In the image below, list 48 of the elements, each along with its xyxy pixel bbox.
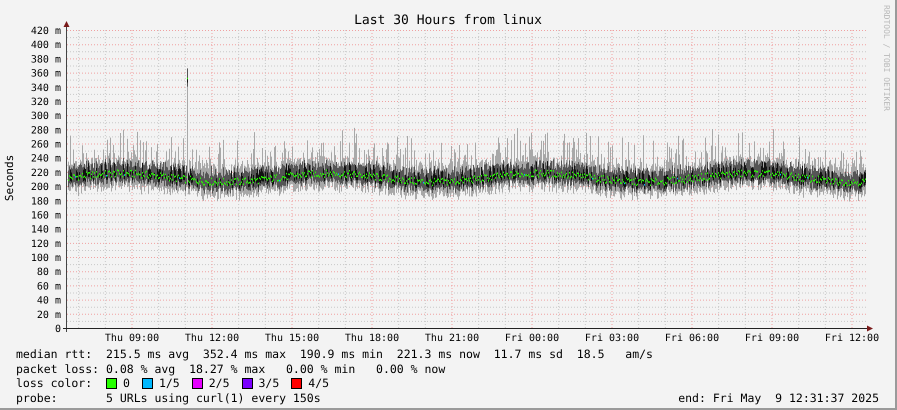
swatch-label: 2/5: [208, 376, 230, 390]
swatch-label: 1/5: [158, 376, 180, 390]
y-tick-label: 180 m: [30, 196, 61, 208]
legend-text: 215.5 ms avg 352.4 ms max 190.9 ms min 221.3 ms now 11.7 ms sd 18.5 am/s: [106, 347, 653, 362]
y-tick-label: 160 m: [30, 210, 61, 222]
legend-label: packet loss:: [16, 362, 100, 376]
y-tick-label: 100 m: [30, 253, 61, 264]
y-tick-label: 60 m: [36, 281, 61, 292]
y-tick-label: 20 m: [36, 310, 61, 321]
y-tick-label: 80 m: [36, 267, 61, 278]
legend-text: 5 URLs using curl(1) every 150s: [106, 390, 321, 405]
legend-label: loss color:: [16, 376, 94, 390]
legend-label: median rtt:: [16, 347, 94, 362]
y-tick-label: 340 m: [30, 82, 61, 94]
x-tick-label: Fri 09:00: [744, 333, 800, 344]
x-tick-label: Fri 00:00: [504, 333, 560, 344]
y-tick-label: 260 m: [30, 140, 61, 151]
x-tick-label: Fri 06:00: [664, 333, 720, 344]
x-tick-label: Thu 18:00: [344, 333, 400, 344]
swatch-label: 0: [123, 376, 130, 390]
credit-label: RRDTOOL / TOBI OETIKER: [882, 5, 891, 111]
legend-text: 0.08 % avg 18.27 % max 0.00 % min 0.00 % now: [106, 362, 446, 376]
y-tick-label: 140 m: [30, 224, 61, 236]
y-tick-label: 120 m: [30, 238, 61, 250]
y-tick-label: 320 m: [30, 96, 61, 108]
y-tick-label: 220 m: [30, 168, 61, 179]
x-tick-label: Thu 12:00: [184, 333, 240, 344]
end-time-label: end: Fri May 9 12:31:37 2025: [678, 390, 879, 405]
x-tick-label: Fri 12:00: [824, 333, 880, 344]
y-tick-label: 300 m: [30, 111, 61, 122]
y-tick-label: 280 m: [30, 125, 61, 136]
y-tick-label: 200 m: [30, 182, 61, 194]
y-tick-label: 380 m: [30, 54, 61, 66]
y-tick-label: 0: [54, 324, 61, 335]
y-tick-label: 400 m: [30, 40, 61, 52]
y-tick-label: 360 m: [30, 68, 61, 80]
x-tick-label: Thu 15:00: [264, 333, 320, 344]
legend-label: probe:: [16, 390, 59, 405]
y-tick-label: 40 m: [36, 296, 61, 307]
swatch-label: 4/5: [308, 376, 330, 390]
x-tick-label: Thu 09:00: [104, 333, 160, 344]
swatch-label: 3/5: [258, 376, 280, 390]
x-tick-label: Thu 21:00: [424, 333, 480, 344]
y-tick-label: 240 m: [30, 154, 61, 165]
x-tick-label: Fri 03:00: [584, 333, 640, 344]
chart-title: Last 30 Hours from linux: [354, 13, 542, 28]
y-tick-label: 420 m: [30, 26, 61, 37]
y-axis-title: Seconds: [3, 154, 16, 202]
